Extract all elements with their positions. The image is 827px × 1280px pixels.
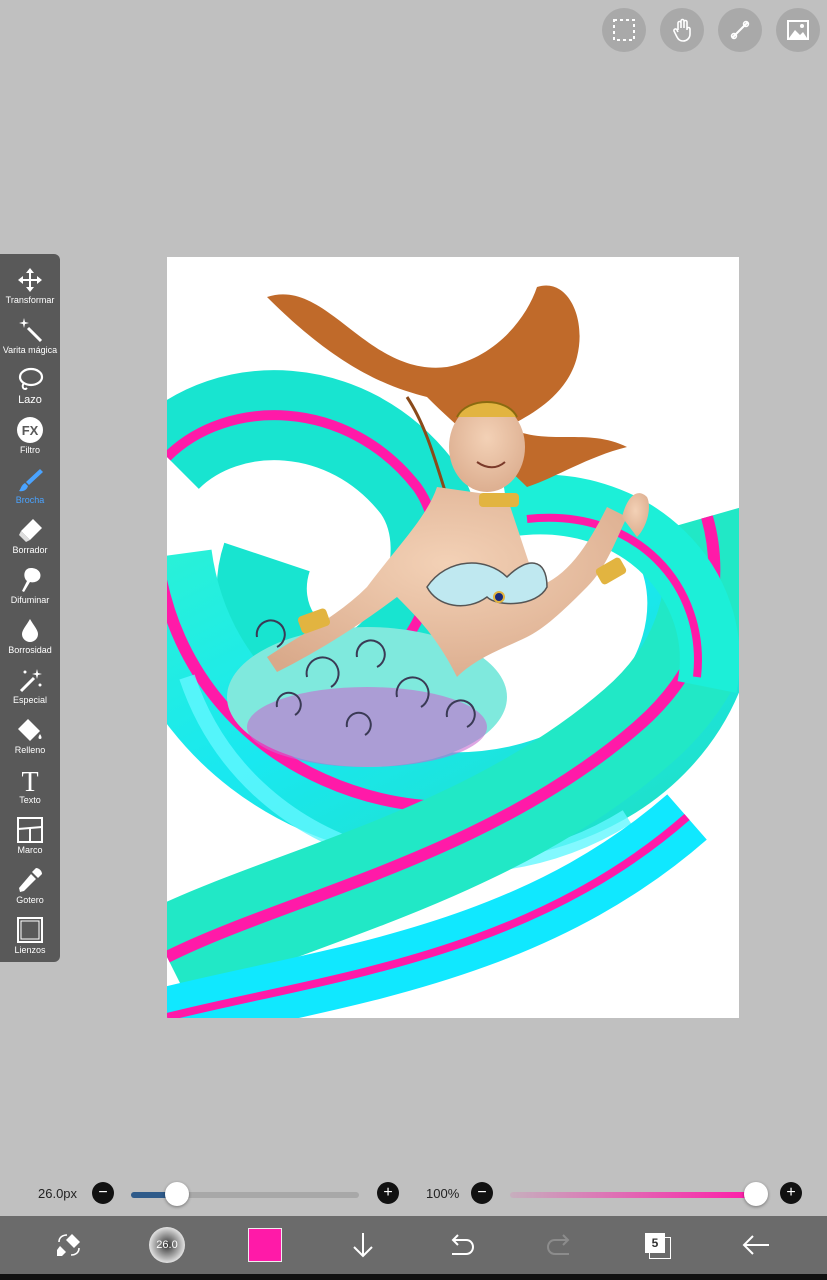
bottom-toolbar: 26.0 5 — [0, 1216, 827, 1274]
hand-tool-button[interactable] — [660, 8, 704, 52]
text-glyph: T — [21, 767, 38, 794]
eyedropper-icon — [19, 868, 42, 892]
tool-label: Marco — [17, 845, 43, 855]
tool-canvas[interactable]: Lienzos — [0, 914, 60, 962]
opacity-track[interactable] — [510, 1192, 756, 1198]
tool-label: Difuminar — [10, 595, 50, 605]
tool-label: Varita mágica — [2, 345, 58, 355]
tool-label: Transformar — [5, 295, 55, 305]
frame-icon — [17, 817, 43, 843]
opacity-increase-button[interactable]: + — [780, 1182, 802, 1204]
tool-blur[interactable]: Borrosidad — [0, 614, 60, 662]
ruler-button[interactable] — [718, 8, 762, 52]
layers-count: 5 — [651, 1236, 659, 1250]
redo-button[interactable] — [545, 1228, 575, 1262]
tool-smudge[interactable]: Difuminar — [0, 564, 60, 612]
opacity-value: 100% — [426, 1186, 460, 1201]
brush-sliders: 26.0px − + 100% − + — [0, 1178, 827, 1210]
color-button[interactable] — [248, 1228, 282, 1262]
arrow-down-icon — [353, 1233, 373, 1258]
tool-label: Relleno — [14, 745, 46, 755]
lasso-icon — [18, 367, 44, 391]
special-wand-icon — [19, 669, 42, 693]
tool-magic-wand[interactable]: Varita mágica — [0, 314, 60, 362]
image-button[interactable] — [776, 8, 820, 52]
undo-icon — [451, 1234, 475, 1255]
brush-preview-button[interactable]: 26.0 — [148, 1227, 186, 1263]
download-button[interactable] — [348, 1228, 378, 1262]
tool-text[interactable]: T Texto — [0, 764, 60, 812]
eraser-icon — [19, 519, 42, 542]
tool-label: Lazo — [18, 394, 42, 406]
redo-icon — [546, 1234, 570, 1255]
tool-filter[interactable]: FX Filtro — [0, 414, 60, 462]
brush-size-increase-button[interactable]: + — [377, 1182, 399, 1204]
brush-size-value: 26.0px — [38, 1186, 78, 1201]
layers-button[interactable]: 5 — [642, 1228, 672, 1262]
system-bar — [0, 1274, 827, 1280]
tool-eyedropper[interactable]: Gotero — [0, 864, 60, 912]
ruler-icon — [730, 20, 750, 40]
image-icon — [787, 20, 809, 40]
tool-label: Gotero — [16, 895, 44, 905]
opacity-decrease-button[interactable]: − — [471, 1182, 493, 1204]
brush-size-knob[interactable] — [164, 1182, 189, 1206]
selection-button[interactable] — [602, 8, 646, 52]
current-color-swatch — [248, 1228, 282, 1262]
brush-icon — [19, 469, 43, 492]
tool-eraser[interactable]: Borrador — [0, 514, 60, 562]
hand-icon — [673, 18, 691, 42]
brush-preview-label: 26.0 — [156, 1239, 178, 1251]
layers-icon: 5 — [643, 1231, 671, 1259]
drawing-canvas[interactable] — [167, 257, 739, 1018]
brush-size-decrease-button[interactable]: − — [92, 1182, 114, 1204]
tool-label: Especial — [12, 695, 48, 705]
tool-label: Brocha — [15, 495, 45, 505]
tool-label: Texto — [19, 795, 41, 805]
fx-icon: FX — [17, 417, 43, 443]
smudge-icon — [22, 568, 41, 592]
fx-text: FX — [22, 423, 39, 438]
tool-brush[interactable]: Brocha — [0, 464, 60, 512]
plus-icon: + — [383, 1184, 393, 1201]
text-icon: T — [21, 767, 38, 794]
swap-brush-eraser-icon — [57, 1234, 80, 1256]
minus-icon: − — [477, 1184, 487, 1201]
mermaid-artwork — [167, 285, 739, 1018]
magic-wand-icon — [19, 318, 43, 343]
tool-fill[interactable]: Relleno — [0, 714, 60, 762]
tool-special[interactable]: Especial — [0, 664, 60, 712]
tool-label: Filtro — [20, 445, 40, 455]
tool-label: Borrosidad — [8, 645, 52, 655]
blur-drop-icon — [22, 619, 38, 642]
tool-label: Borrador — [12, 545, 48, 555]
brush-preview-icon: 26.0 — [149, 1227, 185, 1263]
fill-bucket-icon — [18, 719, 42, 741]
selection-icon — [613, 19, 635, 41]
move-icon — [18, 268, 42, 292]
canvas-icon — [17, 917, 43, 943]
tool-panel: Transformar Varita mágica Lazo FX Filtro… — [0, 254, 60, 962]
tool-transform[interactable]: Transformar — [0, 264, 60, 312]
tool-label: Lienzos — [14, 945, 46, 955]
undo-button[interactable] — [446, 1228, 476, 1262]
back-button[interactable] — [740, 1228, 772, 1262]
plus-icon: + — [786, 1184, 796, 1201]
swap-tool-button[interactable] — [52, 1228, 86, 1262]
minus-icon: − — [98, 1184, 108, 1201]
tool-lasso[interactable]: Lazo — [0, 364, 60, 412]
opacity-knob[interactable] — [744, 1182, 768, 1206]
tool-frame[interactable]: Marco — [0, 814, 60, 862]
arrow-left-icon — [742, 1235, 769, 1255]
